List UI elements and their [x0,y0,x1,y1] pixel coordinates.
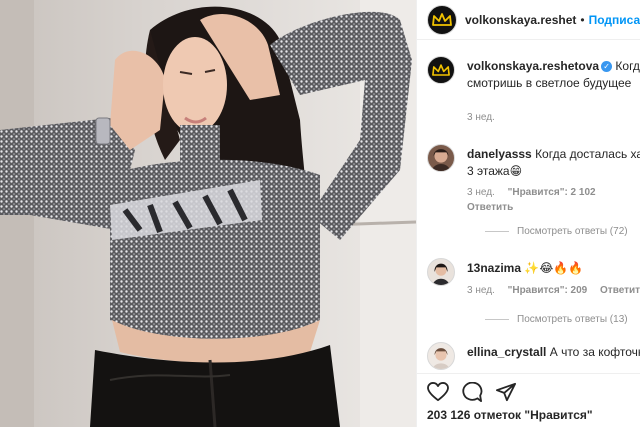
user-photo-icon [431,149,451,171]
comment-likes-count[interactable]: "Нравится": 2 102 [508,187,596,198]
comment-text-block: ellina_crystall А что за кофточка [467,344,640,361]
comment-text: А что за кофточка [549,345,640,359]
view-replies-label: Посмотреть ответы (72) [517,226,628,237]
comment-username[interactable]: 13nazima [467,261,521,275]
author-username[interactable]: volkonskaya.reshet [465,13,576,27]
post-header: volkonskaya.reshet • Подписаться [417,0,640,40]
comment-username[interactable]: danelyasss [467,147,532,161]
caption-meta: 3 нед. [467,112,505,123]
share-icon[interactable] [495,382,517,402]
crown-logo-icon [432,63,450,76]
caption-author-avatar[interactable] [427,56,455,84]
author-avatar[interactable] [427,4,457,35]
post-sidebar: volkonskaya.reshet • Подписаться volkons… [416,0,640,427]
caption-text-block: volkonskaya.reshetova✓ Когда смотришь в … [467,58,640,92]
comment-time[interactable]: 3 нед. [467,285,495,296]
comment-avatar[interactable] [427,144,455,172]
reply-button[interactable]: Ответить [467,202,513,213]
follow-button[interactable]: Подписаться [589,13,640,27]
crown-logo-icon [432,12,452,26]
comment-avatar[interactable] [427,258,455,286]
comment-icon[interactable] [461,382,483,402]
comment-text-block: 13nazima ✨😂🔥🔥 [467,260,640,277]
comment-username[interactable]: ellina_crystall [467,345,546,359]
caption-time[interactable]: 3 нед. [467,112,495,123]
comment-likes-count[interactable]: "Нравится": 209 [508,285,588,296]
view-replies-label: Посмотреть ответы (13) [517,314,628,325]
comment-time[interactable]: 3 нед. [467,187,495,198]
comment-meta: 3 нед. "Нравится": 209 Ответить [467,285,640,296]
view-replies-button[interactable]: Посмотреть ответы (13) [485,314,628,325]
comment-text-block: danelyasss Когда досталась хата в 3 этаж… [467,146,640,180]
divider [485,231,509,232]
comments-list[interactable]: volkonskaya.reshetova✓ Когда смотришь в … [417,40,640,373]
verified-badge-icon: ✓ [601,61,613,73]
caption-username[interactable]: volkonskaya.reshetova [467,59,599,73]
likes-count[interactable]: 203 126 отметок "Нравится" [427,408,593,422]
comment-text: ✨😂🔥🔥 [524,261,584,275]
post-actions-footer: 203 126 отметок "Нравится" [417,373,640,427]
post-image-illustration [0,0,416,427]
post-photo[interactable] [0,0,416,427]
comment-avatar[interactable] [427,342,455,370]
view-replies-button[interactable]: Посмотреть ответы (72) [485,226,628,237]
divider [485,319,509,320]
user-photo-icon [432,348,450,369]
reply-button[interactable]: Ответить [600,285,640,296]
separator-dot: • [580,12,585,27]
heart-icon[interactable] [427,382,449,402]
comment-meta: 3 нед. "Нравится": 2 102 [467,187,606,198]
action-bar [427,382,517,402]
user-photo-icon [432,263,450,285]
